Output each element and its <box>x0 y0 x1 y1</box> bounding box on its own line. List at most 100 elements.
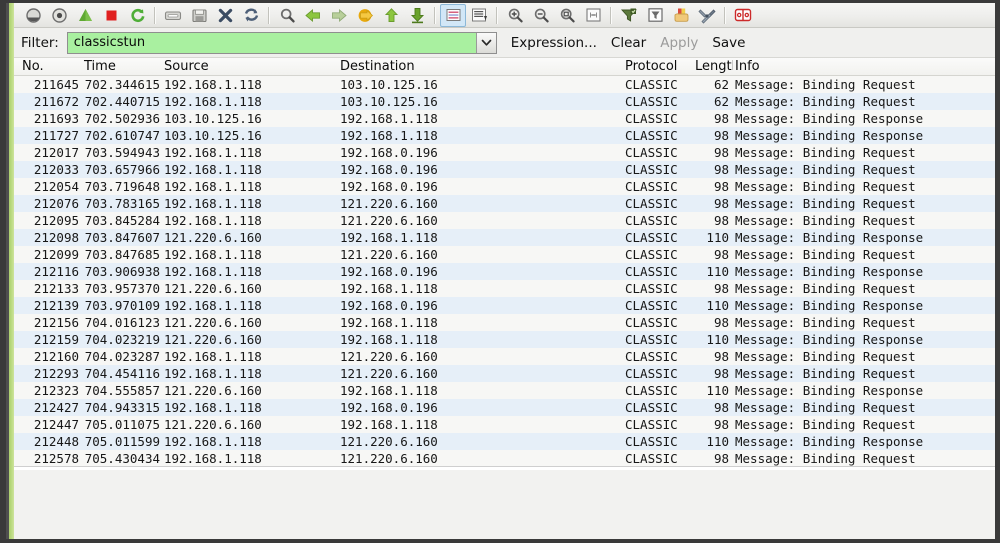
packet-row[interactable]: 212293704.454116192.168.1.118121.220.6.1… <box>6 365 995 382</box>
column-header-destination[interactable]: Destination <box>338 59 623 74</box>
packet-cell-destination: 192.168.1.118 <box>338 332 623 347</box>
packet-cell-source: 192.168.1.118 <box>162 247 338 262</box>
packet-cell-protocol: CLASSIC <box>623 281 693 296</box>
packet-row[interactable]: 211693702.502936103.10.125.16192.168.1.1… <box>6 110 995 127</box>
column-header-length[interactable]: Length <box>693 59 733 74</box>
coloring-rules-icon[interactable] <box>668 4 694 27</box>
open-file-icon[interactable] <box>160 4 186 27</box>
packet-row[interactable]: 212139703.970109192.168.1.118192.168.0.1… <box>6 297 995 314</box>
packet-row[interactable]: 211645702.344615192.168.1.118103.10.125.… <box>6 76 995 93</box>
packet-cell-time: 703.657966 <box>82 162 162 177</box>
packet-cell-protocol: CLASSIC <box>623 247 693 262</box>
list-interfaces-icon[interactable] <box>20 4 46 27</box>
close-file-icon[interactable] <box>212 4 238 27</box>
filter-combobox[interactable] <box>67 32 497 54</box>
packet-row[interactable]: 212133703.957370121.220.6.160192.168.1.1… <box>6 280 995 297</box>
packet-row[interactable]: 212323704.555857121.220.6.160192.168.1.1… <box>6 382 995 399</box>
column-header-info[interactable]: Info <box>733 59 995 74</box>
packet-cell-source: 103.10.125.16 <box>162 111 338 126</box>
packet-row[interactable]: 212160704.023287192.168.1.118121.220.6.1… <box>6 348 995 365</box>
column-header-time[interactable]: Time <box>82 59 162 74</box>
packet-row[interactable]: 212447705.011075121.220.6.160192.168.1.1… <box>6 416 995 433</box>
packet-cell-info: Message: Binding Request <box>733 315 995 330</box>
preferences-icon[interactable] <box>694 4 720 27</box>
packet-cell-protocol: CLASSIC <box>623 434 693 449</box>
packet-cell-destination: 121.220.6.160 <box>338 366 623 381</box>
clear-button[interactable]: Clear <box>611 35 646 51</box>
packet-cell-no: 211727 <box>20 128 82 143</box>
packet-cell-length: 62 <box>693 94 733 109</box>
go-to-packet-icon[interactable] <box>352 4 378 27</box>
packet-row[interactable]: 212578705.430434192.168.1.118121.220.6.1… <box>6 450 995 467</box>
packet-cell-time: 704.454116 <box>82 366 162 381</box>
packet-row[interactable]: 212017703.594943192.168.1.118192.168.0.1… <box>6 144 995 161</box>
zoom-in-icon[interactable] <box>502 4 528 27</box>
packet-row[interactable]: 212116703.906938192.168.1.118192.168.0.1… <box>6 263 995 280</box>
packet-cell-info: Message: Binding Response <box>733 383 995 398</box>
packet-cell-length: 110 <box>693 383 733 398</box>
packet-cell-source: 121.220.6.160 <box>162 230 338 245</box>
packet-cell-length: 98 <box>693 400 733 415</box>
packet-cell-destination: 121.220.6.160 <box>338 247 623 262</box>
packet-cell-time: 705.011599 <box>82 434 162 449</box>
packet-row[interactable]: 212427704.943315192.168.1.118192.168.0.1… <box>6 399 995 416</box>
capture-filters-icon[interactable] <box>616 4 642 27</box>
packet-cell-source: 192.168.1.118 <box>162 264 338 279</box>
packet-row[interactable]: 212054703.719648192.168.1.118192.168.0.1… <box>6 178 995 195</box>
help-icon[interactable] <box>730 4 756 27</box>
filter-input[interactable] <box>68 33 476 53</box>
packet-row[interactable]: 212076703.783165192.168.1.118121.220.6.1… <box>6 195 995 212</box>
column-header-source[interactable]: Source <box>162 59 338 74</box>
column-header-protocol[interactable]: Protocol <box>623 59 693 74</box>
go-forward-icon[interactable] <box>326 4 352 27</box>
column-header-no[interactable]: No. <box>20 59 82 74</box>
display-filters-icon[interactable] <box>642 4 668 27</box>
packet-row[interactable]: 212098703.847607121.220.6.160192.168.1.1… <box>6 229 995 246</box>
packet-row[interactable]: 212159704.023219121.220.6.160192.168.1.1… <box>6 331 995 348</box>
save-filter-button[interactable]: Save <box>712 35 745 51</box>
zoom-out-icon[interactable] <box>528 4 554 27</box>
packet-cell-protocol: CLASSIC <box>623 383 693 398</box>
packet-row[interactable]: 211727702.610747103.10.125.16192.168.1.1… <box>6 127 995 144</box>
toolbar-separator <box>610 7 612 24</box>
packet-cell-source: 192.168.1.118 <box>162 434 338 449</box>
toolbar-separator <box>496 7 498 24</box>
packet-cell-source: 192.168.1.118 <box>162 451 338 466</box>
reload-file-icon[interactable] <box>238 4 264 27</box>
go-to-last-packet-icon[interactable] <box>404 4 430 27</box>
find-packet-icon[interactable] <box>274 4 300 27</box>
packet-cell-time: 705.011075 <box>82 417 162 432</box>
auto-scroll-icon[interactable] <box>466 4 492 27</box>
packet-cell-source: 192.168.1.118 <box>162 77 338 92</box>
packet-cell-source: 121.220.6.160 <box>162 281 338 296</box>
chevron-down-icon[interactable] <box>476 33 496 53</box>
apply-button[interactable]: Apply <box>660 35 698 51</box>
resize-columns-icon[interactable] <box>580 4 606 27</box>
capture-options-icon[interactable] <box>46 4 72 27</box>
packet-row[interactable]: 212033703.657966192.168.1.118192.168.0.1… <box>6 161 995 178</box>
packet-cell-destination: 121.220.6.160 <box>338 213 623 228</box>
packet-row[interactable]: 212156704.016123121.220.6.160192.168.1.1… <box>6 314 995 331</box>
packet-cell-info: Message: Binding Response <box>733 298 995 313</box>
packet-row[interactable]: 212095703.845284192.168.1.118121.220.6.1… <box>6 212 995 229</box>
colorize-icon[interactable] <box>440 4 466 27</box>
restart-capture-icon[interactable] <box>124 4 150 27</box>
packet-cell-destination: 192.168.1.118 <box>338 281 623 296</box>
zoom-reset-icon[interactable] <box>554 4 580 27</box>
packet-list-pane[interactable]: No. Time Source Destination Protocol Len… <box>6 58 995 470</box>
packet-row[interactable]: 212448705.011599192.168.1.118121.220.6.1… <box>6 433 995 450</box>
packet-cell-protocol: CLASSIC <box>623 111 693 126</box>
expression-button[interactable]: Expression... <box>511 35 597 51</box>
packet-list-rows: 211645702.344615192.168.1.118103.10.125.… <box>6 76 995 470</box>
packet-cell-no: 212099 <box>20 247 82 262</box>
packet-cell-info: Message: Binding Response <box>733 434 995 449</box>
packet-cell-no: 212156 <box>20 315 82 330</box>
packet-row[interactable]: 211672702.440715192.168.1.118103.10.125.… <box>6 93 995 110</box>
go-to-first-packet-icon[interactable] <box>378 4 404 27</box>
stop-capture-icon[interactable] <box>98 4 124 27</box>
save-file-icon[interactable] <box>186 4 212 27</box>
packet-row[interactable]: 212099703.847685192.168.1.118121.220.6.1… <box>6 246 995 263</box>
go-back-icon[interactable] <box>300 4 326 27</box>
start-capture-icon[interactable] <box>72 4 98 27</box>
packet-cell-protocol: CLASSIC <box>623 145 693 160</box>
